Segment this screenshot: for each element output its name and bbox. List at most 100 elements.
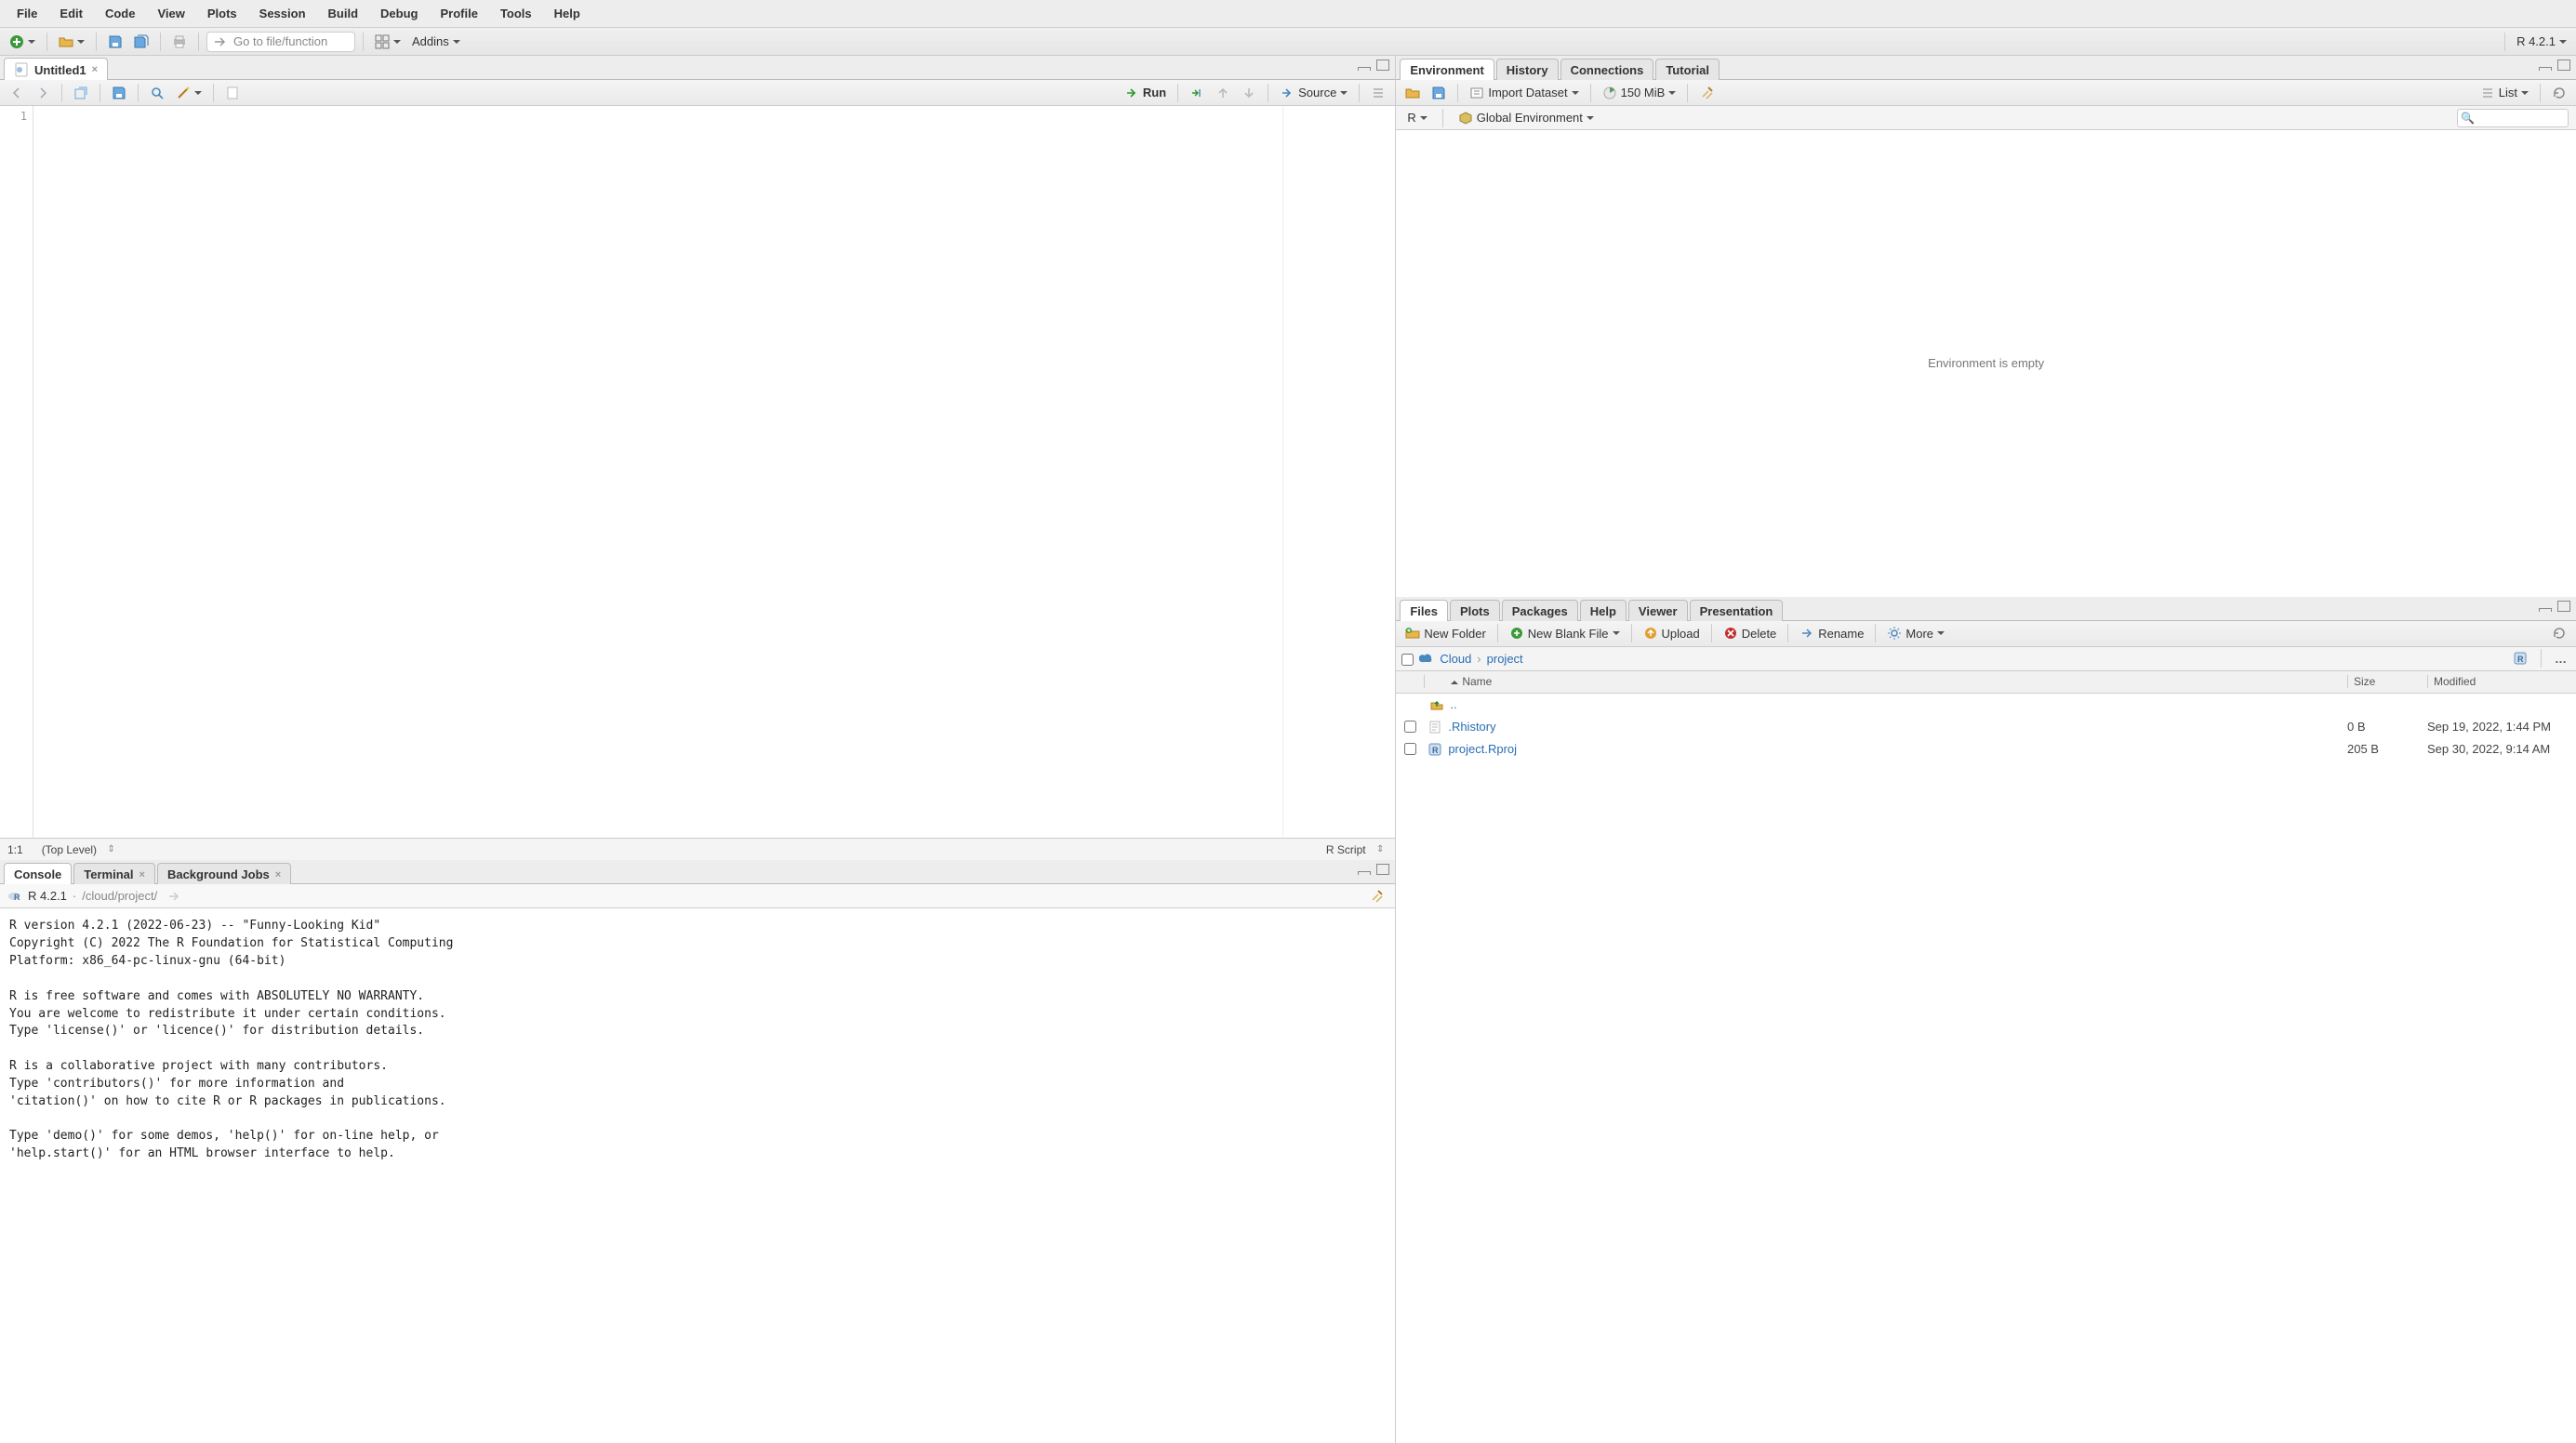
select-all-checkbox[interactable] [1401, 654, 1414, 666]
close-tab-icon[interactable]: × [139, 869, 145, 880]
save-doc-button[interactable] [108, 84, 130, 102]
more-path-button[interactable]: … [2551, 650, 2570, 668]
delete-button[interactable]: Delete [1720, 624, 1781, 642]
save-all-button[interactable] [130, 33, 153, 51]
new-file-button[interactable] [6, 33, 39, 51]
menu-view[interactable]: View [146, 3, 195, 24]
upload-button[interactable]: Upload [1640, 624, 1704, 642]
show-in-new-window-button[interactable] [70, 84, 92, 102]
file-select-checkbox[interactable] [1404, 721, 1416, 733]
rproj-indicator[interactable]: R [2509, 649, 2531, 668]
rerun-button[interactable] [1186, 84, 1208, 102]
tab-plots[interactable]: Plots [1450, 600, 1500, 621]
maximize-pane-button[interactable] [2557, 601, 2570, 612]
nav-fwd-button[interactable] [32, 84, 54, 102]
r-logo-icon: R [7, 889, 22, 904]
find-button[interactable] [146, 84, 168, 102]
col-size[interactable]: Size [2347, 675, 2427, 688]
print-button[interactable] [168, 33, 191, 51]
menu-tools[interactable]: Tools [489, 3, 543, 24]
menu-session[interactable]: Session [248, 3, 317, 24]
save-workspace-button[interactable] [1427, 84, 1450, 102]
save-button[interactable] [104, 33, 126, 51]
chevron-down-icon [1587, 116, 1594, 124]
tab-presentation[interactable]: Presentation [1690, 600, 1784, 621]
clear-console-button[interactable] [1365, 887, 1388, 906]
menu-plots[interactable]: Plots [196, 3, 248, 24]
refresh-files-button[interactable] [2548, 624, 2570, 642]
env-view-mode-button[interactable]: List [2476, 84, 2532, 102]
source-button[interactable]: Source [1276, 84, 1351, 102]
tab-terminal[interactable]: Terminal × [73, 863, 155, 884]
menu-debug[interactable]: Debug [369, 3, 429, 24]
run-button[interactable]: Run [1121, 84, 1170, 102]
tab-help[interactable]: Help [1580, 600, 1627, 621]
tab-packages[interactable]: Packages [1502, 600, 1578, 621]
addins-button[interactable]: Addins [408, 33, 464, 50]
close-tab-icon[interactable]: × [92, 64, 98, 75]
breadcrumb-root[interactable]: Cloud [1440, 652, 1471, 666]
nav-back-button[interactable] [6, 84, 28, 102]
menu-code[interactable]: Code [94, 3, 147, 24]
rename-button[interactable]: Rename [1796, 624, 1867, 642]
memory-usage-button[interactable]: 150 MiB [1599, 84, 1680, 102]
wd-popout-button[interactable] [163, 887, 185, 906]
tab-connections[interactable]: Connections [1560, 59, 1654, 80]
tab-console[interactable]: Console [4, 863, 72, 884]
tab-viewer[interactable]: Viewer [1628, 600, 1688, 621]
maximize-pane-button[interactable] [1376, 60, 1389, 71]
import-dataset-button[interactable]: Import Dataset [1466, 84, 1582, 102]
clear-env-button[interactable] [1695, 84, 1718, 102]
tab-history[interactable]: History [1496, 59, 1559, 80]
menu-profile[interactable]: Profile [429, 3, 488, 24]
tab-tutorial[interactable]: Tutorial [1655, 59, 1720, 80]
file-link[interactable]: R project.Rproj [1424, 742, 2347, 757]
col-name[interactable]: Name [1424, 675, 2347, 688]
console-output[interactable]: R version 4.2.1 (2022-06-23) -- "Funny-L… [0, 908, 1395, 1443]
minimize-pane-button[interactable] [1358, 67, 1371, 71]
menu-edit[interactable]: Edit [48, 3, 94, 24]
env-language-selector[interactable]: R [1403, 109, 1430, 126]
minimize-pane-button[interactable] [2539, 608, 2552, 612]
env-search[interactable]: 🔍 [2457, 109, 2569, 127]
maximize-pane-button[interactable] [2557, 60, 2570, 71]
parent-dir-row[interactable]: .. [1396, 694, 2576, 716]
env-scope-selector[interactable]: Global Environment [1454, 109, 1598, 127]
cursor-position: 1:1 [7, 843, 23, 856]
new-blank-file-button[interactable]: New Blank File [1506, 624, 1624, 642]
new-folder-button[interactable]: New Folder [1401, 624, 1489, 642]
refresh-env-button[interactable] [2548, 84, 2570, 102]
r-version-selector[interactable]: R 4.2.1 [2513, 33, 2570, 50]
load-workspace-button[interactable] [1401, 84, 1424, 102]
col-modified[interactable]: Modified [2427, 675, 2576, 688]
main-toolbar: Go to file/function Addins R 4.2.1 [0, 28, 2576, 56]
close-tab-icon[interactable]: × [275, 869, 281, 880]
menu-file[interactable]: File [6, 3, 48, 24]
go-up-button[interactable] [1212, 84, 1234, 102]
code-editor[interactable] [33, 106, 1283, 838]
open-file-button[interactable] [55, 33, 88, 51]
code-tools-button[interactable] [172, 84, 206, 102]
maximize-pane-button[interactable] [1376, 864, 1389, 875]
code-overview[interactable] [1283, 106, 1395, 838]
go-to-file-input[interactable]: Go to file/function [206, 32, 355, 52]
minimize-pane-button[interactable] [2539, 67, 2552, 71]
breadcrumb-leaf[interactable]: project [1487, 652, 1523, 666]
grid-layout-button[interactable] [371, 33, 405, 51]
tab-background-jobs[interactable]: Background Jobs × [157, 863, 291, 884]
more-button[interactable]: More [1883, 624, 1948, 642]
minimize-pane-button[interactable] [1358, 871, 1371, 875]
file-link[interactable]: .Rhistory [1424, 720, 2347, 735]
broom-icon [1369, 889, 1384, 904]
file-select-checkbox[interactable] [1404, 743, 1416, 755]
scope-selector[interactable]: (Top Level) ⇕ [38, 841, 119, 858]
editor-tab-untitled1[interactable]: Untitled1 × [4, 58, 108, 80]
menu-build[interactable]: Build [317, 3, 370, 24]
go-down-button[interactable] [1238, 84, 1260, 102]
tab-files[interactable]: Files [1400, 600, 1448, 621]
compile-report-button[interactable] [221, 84, 244, 102]
outline-button[interactable] [1367, 84, 1389, 102]
doc-type-selector[interactable]: R Script ⇕ [1322, 841, 1388, 858]
menu-help[interactable]: Help [543, 3, 591, 24]
tab-environment[interactable]: Environment [1400, 59, 1494, 80]
